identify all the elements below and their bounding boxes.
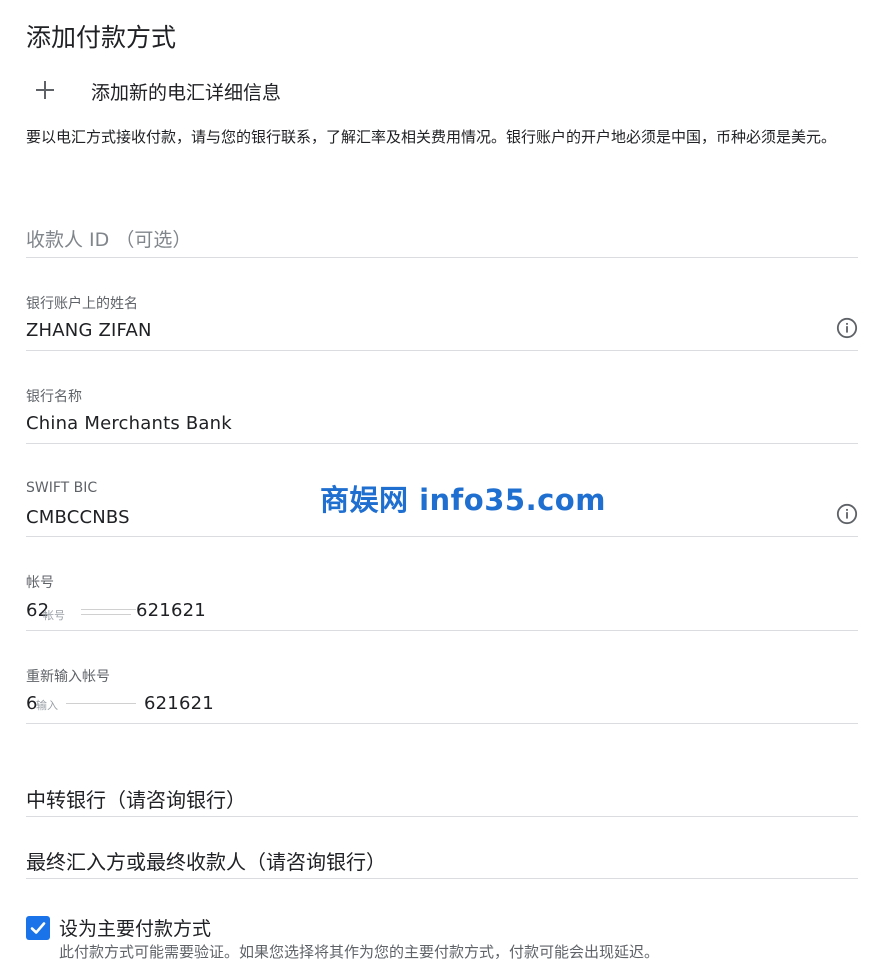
add-wire-details-label: 添加新的电汇详细信息 (91, 81, 282, 104)
watermark: 商娱网 info35.com (320, 483, 606, 517)
account-name-value: ZHANG ZIFAN (26, 320, 152, 341)
page-title: 添加付款方式 (26, 23, 177, 52)
intermediary-bank-label: 中转银行（请咨询银行） (26, 788, 246, 812)
account-number-confirm-label: 重新输入帐号 (26, 669, 110, 685)
redaction-mark (81, 609, 136, 610)
primary-payment-checkbox[interactable] (26, 916, 50, 940)
account-number-field[interactable]: 帐号 62 帐号 621621 (26, 564, 858, 631)
bank-name-value: China Merchants Bank (26, 413, 232, 434)
redaction-mark (106, 703, 136, 704)
info-icon[interactable] (836, 503, 858, 525)
bank-name-label: 银行名称 (26, 389, 82, 405)
swift-bic-label: SWIFT BIC (26, 480, 98, 496)
payee-id-field[interactable]: 收款人 ID （可选） (26, 205, 858, 258)
final-beneficiary-label: 最终汇入方或最终收款人（请咨询银行） (26, 850, 386, 874)
payee-id-placeholder: 收款人 ID （可选） (26, 229, 192, 251)
bank-name-field[interactable]: 银行名称 China Merchants Bank (26, 378, 858, 444)
wire-description: 要以电汇方式接收付款，请与您的银行联系，了解汇率及相关费用情况。银行账户的开户地… (26, 128, 837, 146)
account-number-confirm-value-end: 621621 (144, 693, 214, 714)
checkmark-icon (30, 922, 46, 934)
primary-payment-label[interactable]: 设为主要付款方式 (59, 914, 211, 941)
add-wire-details-button[interactable]: 添加新的电汇详细信息 (26, 74, 426, 108)
account-number-value-end: 621621 (136, 600, 206, 621)
account-name-field[interactable]: 银行账户上的姓名 ZHANG ZIFAN (26, 285, 858, 351)
plus-icon (28, 74, 62, 108)
account-number-confirm-field[interactable]: 重新输入帐号 6 输入 621621 (26, 657, 858, 724)
account-number-label: 帐号 (26, 575, 54, 591)
redaction-mark (81, 614, 131, 615)
account-name-label: 银行账户上的姓名 (26, 296, 138, 312)
account-number-confirm-ghost: 输入 (36, 699, 58, 712)
primary-payment-help: 此付款方式可能需要验证。如果您选择将其作为您的主要付款方式，付款可能会出现延迟。 (59, 943, 660, 961)
final-beneficiary-section[interactable]: 最终汇入方或最终收款人（请咨询银行） (26, 832, 858, 879)
intermediary-bank-section[interactable]: 中转银行（请咨询银行） (26, 770, 858, 817)
info-icon[interactable] (836, 317, 858, 339)
swift-bic-value: CMBCCNBS (26, 507, 130, 528)
redaction-mark (66, 703, 111, 704)
account-number-ghost: 帐号 (43, 609, 65, 622)
